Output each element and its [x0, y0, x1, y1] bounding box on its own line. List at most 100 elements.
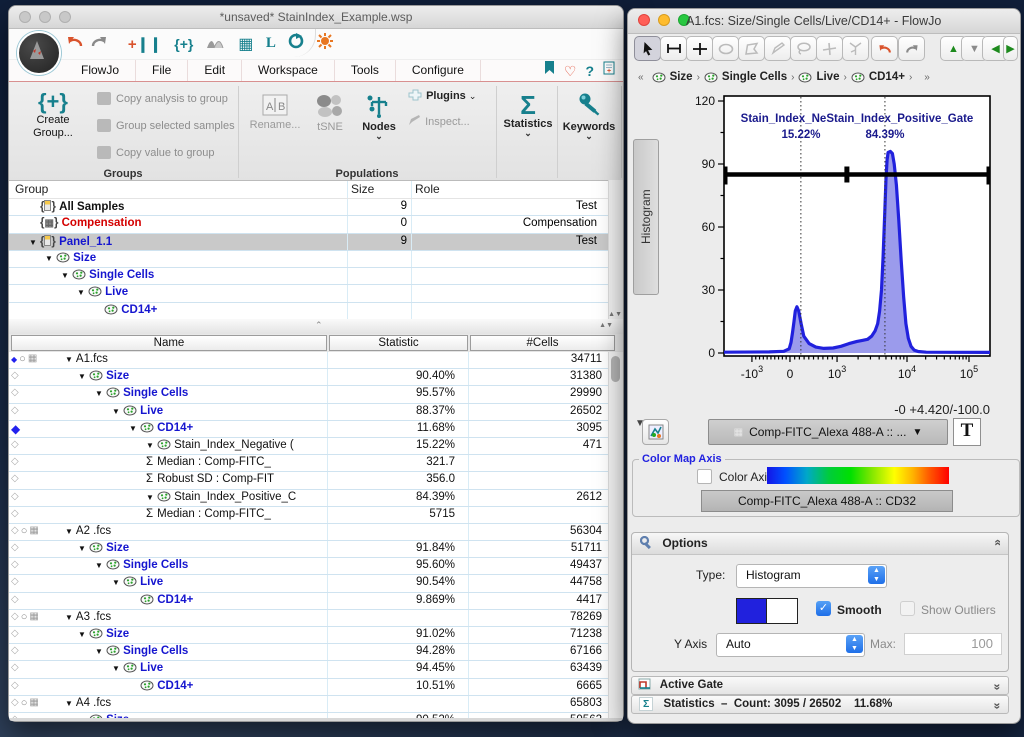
population-row-stain-index-negative-[interactable]: ◇▼ Stain_Index_Negative (15.22%471 [9, 438, 609, 455]
histogram-plot[interactable]: 0306090120-1030103104105 Stain_Index_NeS… [684, 89, 1016, 424]
splitter-collapse-handle[interactable]: ⌃ [315, 320, 323, 331]
inspect-button[interactable]: Inspect... [407, 114, 485, 128]
collapse-panel-icon[interactable]: » [987, 541, 1008, 546]
sample-row-a2-fcs[interactable]: ◇○▦▼A2 .fcs56304 [9, 524, 609, 541]
population-row-single-cells[interactable]: ◇▼ Single Cells95.57%29990 [9, 386, 609, 403]
sample-circle-icon[interactable]: ○ [19, 353, 26, 365]
expand-arrow-icon[interactable]: ▼ [65, 527, 73, 536]
population-row-live[interactable]: ◇▼ Live90.54%44758 [9, 575, 609, 592]
menu-tab-edit[interactable]: Edit [188, 60, 242, 81]
create-group-icon[interactable]: {+} [174, 36, 193, 52]
sample-matrix-icon[interactable]: ▦ [28, 353, 37, 365]
group-row-cd14-[interactable]: CD14+ [9, 303, 609, 320]
population-row-size[interactable]: ◇▼ Size91.02%71238 [9, 627, 609, 644]
options-header[interactable]: Options » [632, 533, 1008, 555]
expand-arrow-icon[interactable]: ▼ [95, 561, 103, 570]
statistic-row-robust-sd-comp-fit[interactable]: ◇ΣRobust SD : Comp-FIT356.0 [9, 472, 609, 489]
angle-gate-tool[interactable] [816, 36, 843, 61]
menu-tab-workspace[interactable]: Workspace [242, 60, 335, 81]
layout-editor-icon[interactable]: L [266, 35, 276, 52]
group-row-compensation[interactable]: {▦} Compensation0Compensation [9, 216, 609, 233]
group-row-size[interactable]: ▼ Size [9, 251, 609, 268]
statistic-row-median-comp-fitc-[interactable]: ◇ΣMedian : Comp-FITC_321.7 [9, 455, 609, 472]
sample-matrix-icon[interactable]: ▦ [29, 697, 38, 709]
lasso-gate-tool[interactable] [790, 36, 817, 61]
menu-tab-flowjo[interactable]: FlowJo [65, 60, 136, 81]
name-column-header[interactable]: Name [11, 335, 327, 351]
expand-panel-icon[interactable]: » [990, 684, 1006, 689]
expand-arrow-icon[interactable]: ▼ [78, 372, 86, 381]
breadcrumb-item-single-cells[interactable]: Single Cells [704, 71, 787, 83]
cells-column-header[interactable]: #Cells [470, 335, 615, 351]
copy-analysis-button[interactable]: Copy analysis to group [97, 92, 228, 105]
add-samples-icon[interactable]: +❙❙ [128, 35, 162, 53]
statistics-button[interactable]: Σ Statistics⌄ [501, 92, 555, 136]
table-editor-icon[interactable]: ▦ [238, 34, 253, 54]
smooth-checkbox[interactable]: ✓ [816, 601, 831, 616]
help-icon[interactable]: ? [585, 63, 594, 79]
close-button[interactable] [638, 14, 650, 26]
secondary-color-swatch[interactable] [766, 598, 798, 624]
scrollbar-thumb[interactable] [611, 356, 620, 382]
expand-arrow-icon[interactable]: ▼ [112, 407, 120, 416]
sample-circle-icon[interactable]: ○ [21, 611, 28, 623]
group-selected-button[interactable]: Group selected samples [97, 119, 235, 132]
plugins-button[interactable]: Plugins ⌄ [407, 88, 485, 102]
expand-arrow-icon[interactable]: ▼ [78, 544, 86, 553]
breadcrumb-right-icon[interactable]: » [924, 72, 930, 83]
menu-tab-configure[interactable]: Configure [396, 60, 481, 81]
expand-arrow-icon[interactable]: ▼ [95, 647, 103, 656]
table-splitter[interactable]: ⌃ ▲▼ [9, 319, 623, 335]
color-parameter-button[interactable]: Comp-FITC_Alexa 488-A :: CD32 [701, 490, 953, 512]
sample-table-scrollbar[interactable] [608, 352, 623, 718]
keywords-button[interactable]: Keywords⌄ [561, 92, 617, 139]
create-group-button[interactable]: {+} Create Group... [21, 90, 85, 140]
axis-options-button[interactable] [642, 419, 669, 445]
burst-icon[interactable] [317, 33, 333, 54]
population-row-cd14+[interactable]: ◇ CD14+10.51%6665 [9, 679, 609, 696]
breadcrumb-item-size[interactable]: Size [652, 71, 693, 83]
tsne-button[interactable]: tSNE [309, 94, 351, 133]
expand-arrow-icon[interactable]: ▼ [65, 355, 73, 364]
expand-arrow-icon[interactable]: ▼ [45, 254, 53, 263]
expand-arrow-icon[interactable]: ▼ [95, 389, 103, 398]
population-row-size[interactable]: ◇▼ Size91.84%51711 [9, 541, 609, 558]
rename-button[interactable]: AB Rename... [247, 94, 303, 131]
sample-row-a4-fcs[interactable]: ◇○▦▼A4 .fcs65803 [9, 696, 609, 713]
text-annotation-button[interactable]: T [953, 418, 981, 446]
pointer-tool[interactable] [634, 36, 661, 61]
population-row-single-cells[interactable]: ◇▼ Single Cells95.60%49437 [9, 558, 609, 575]
sample-circle-icon[interactable]: ○ [21, 697, 28, 709]
report-doc-icon[interactable]: + [603, 61, 615, 80]
expand-arrow-icon[interactable]: ▼ [112, 664, 120, 673]
expand-arrow-icon[interactable]: ▼ [29, 238, 37, 247]
flowjo-logo[interactable] [17, 31, 61, 75]
expand-arrow-icon[interactable]: ▼ [146, 493, 154, 502]
group-row-panel-1-1[interactable]: ▼{} Panel_1.19Test [9, 234, 609, 251]
group-table-scrollbar[interactable]: ▲▼ [608, 180, 623, 319]
expand-arrow-icon[interactable]: ▼ [129, 424, 137, 433]
population-row-cd14+[interactable]: ◆▼ CD14+11.68%3095 [9, 421, 609, 438]
undo-button[interactable] [871, 36, 898, 61]
expand-arrow-icon[interactable]: ▼ [78, 630, 86, 639]
show-outliers-checkbox[interactable] [900, 601, 915, 616]
ellipse-gate-tool[interactable] [712, 36, 739, 61]
graph-titlebar[interactable]: A1.fcs: Size/Single Cells/Live/CD14+ - F… [628, 9, 1020, 34]
statistics-bar[interactable]: Σ Statistics – Count: 3095 / 26502 11.68… [631, 695, 1009, 714]
breadcrumb-left-icon[interactable]: « [638, 72, 644, 83]
undo-icon[interactable] [65, 33, 85, 54]
expand-arrow-icon[interactable]: ▼ [146, 441, 154, 450]
breadcrumb-item-cd14+[interactable]: CD14+ [851, 71, 905, 83]
active-gate-bar[interactable]: Active Gate » [631, 676, 1009, 695]
expand-arrow-icon[interactable]: ▼ [112, 578, 120, 587]
expand-arrow-icon[interactable]: ▼ [65, 613, 73, 622]
plot-type-dropdown[interactable]: Histogram ▲▼ [736, 564, 887, 588]
sample-matrix-icon[interactable]: ▦ [29, 611, 38, 623]
sample-matrix-icon[interactable]: ▦ [29, 525, 38, 537]
group-row-all-samples[interactable]: {} All Samples9Test [9, 199, 609, 216]
statistic-column-header[interactable]: Statistic [329, 335, 468, 351]
minimize-button[interactable] [658, 14, 670, 26]
forward-button[interactable]: ▶ [1003, 36, 1018, 61]
bookmark-icon[interactable] [544, 61, 555, 80]
sample-row-a3-fcs[interactable]: ◇○▦▼A3 .fcs78269 [9, 610, 609, 627]
